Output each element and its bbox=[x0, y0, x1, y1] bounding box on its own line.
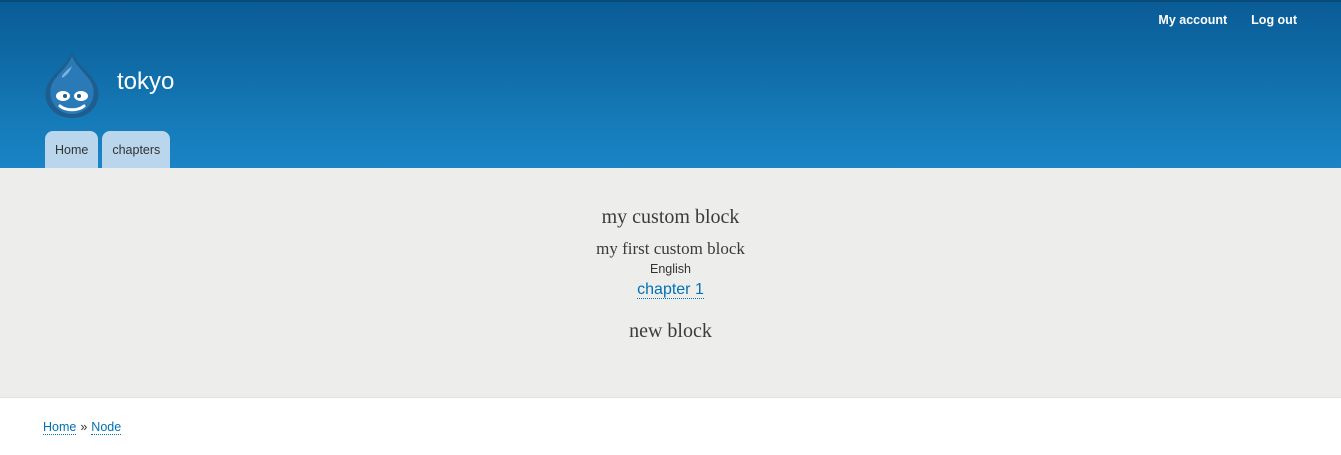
tab-home[interactable]: Home bbox=[45, 131, 99, 168]
language-label: English bbox=[650, 262, 691, 276]
chapter-link-wrapper: chapter 1 bbox=[0, 281, 1341, 299]
featured-region: my custom block my first custom block En… bbox=[0, 168, 1341, 398]
site-header: My account Log out tokyo Home chapters bbox=[0, 0, 1341, 168]
block-title-custom: my custom block bbox=[601, 206, 740, 228]
breadcrumb-node-link[interactable]: Node bbox=[91, 420, 122, 435]
breadcrumb: Home» Node bbox=[43, 420, 122, 435]
block-title-new: new block bbox=[629, 320, 712, 342]
site-name[interactable]: tokyo bbox=[117, 68, 174, 96]
drupal-drop-icon bbox=[45, 52, 99, 118]
breadcrumb-separator: » bbox=[80, 420, 88, 434]
log-out-link[interactable]: Log out bbox=[1251, 13, 1297, 27]
secondary-menu: My account Log out bbox=[1158, 13, 1297, 27]
breadcrumb-home-link[interactable]: Home bbox=[43, 420, 77, 435]
block-body-text: my first custom block bbox=[596, 239, 745, 258]
my-account-link[interactable]: My account bbox=[1158, 13, 1227, 27]
chapter-1-link[interactable]: chapter 1 bbox=[637, 281, 704, 299]
tab-chapters[interactable]: chapters bbox=[102, 131, 171, 168]
site-logo[interactable] bbox=[40, 50, 104, 120]
main-menu: Home chapters bbox=[45, 131, 171, 168]
